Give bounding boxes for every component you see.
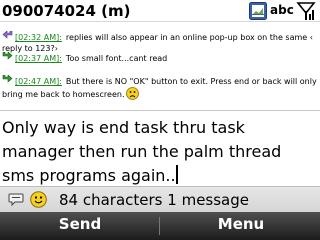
title-bar: 090074024 (m) abc	[0, 0, 320, 22]
message-timestamp: [02:37 AM]:	[15, 54, 62, 63]
send-button[interactable]: Send	[40, 215, 120, 237]
incoming-arrow-icon	[2, 31, 13, 39]
insert-emoticon-icon[interactable]	[30, 191, 47, 208]
message-history[interactable]: [02:32 AM]: replies will also appear in a…	[0, 23, 320, 109]
outgoing-arrow-icon	[2, 52, 13, 60]
conversation-title: 090074024 (m)	[2, 2, 131, 20]
outgoing-arrow-icon	[2, 75, 13, 83]
messaging-app-icon	[249, 2, 267, 20]
compose-text: Only way is end task thru task manager t…	[2, 118, 287, 185]
softkey-bar: Send Menu	[0, 212, 320, 240]
input-mode-indicator: abc	[270, 3, 294, 17]
message-text: Too small font...cant read	[65, 54, 168, 63]
character-count: 84 characters 1 message	[59, 191, 249, 209]
insert-template-icon[interactable]	[8, 193, 24, 207]
menu-button[interactable]: Menu	[201, 215, 281, 237]
compose-text-area[interactable]: Only way is end task thru task manager t…	[0, 110, 320, 186]
history-message: [02:47 AM]: But there is NO "OK" button t…	[2, 75, 318, 100]
compose-status-bar: 84 characters 1 message	[0, 186, 320, 212]
message-timestamp: [02:32 AM]:	[15, 33, 62, 42]
compose-input[interactable]: Only way is end task thru task manager t…	[2, 116, 318, 188]
softkey-divider	[159, 217, 160, 235]
history-message: [02:37 AM]: Too small font...cant read	[2, 52, 318, 64]
text-caret	[175, 165, 178, 184]
history-message: [02:32 AM]: replies will also appear in a…	[2, 31, 318, 54]
message-timestamp: [02:47 AM]:	[15, 77, 62, 86]
frown-icon	[126, 87, 140, 100]
signal-strength-icon	[296, 2, 316, 20]
